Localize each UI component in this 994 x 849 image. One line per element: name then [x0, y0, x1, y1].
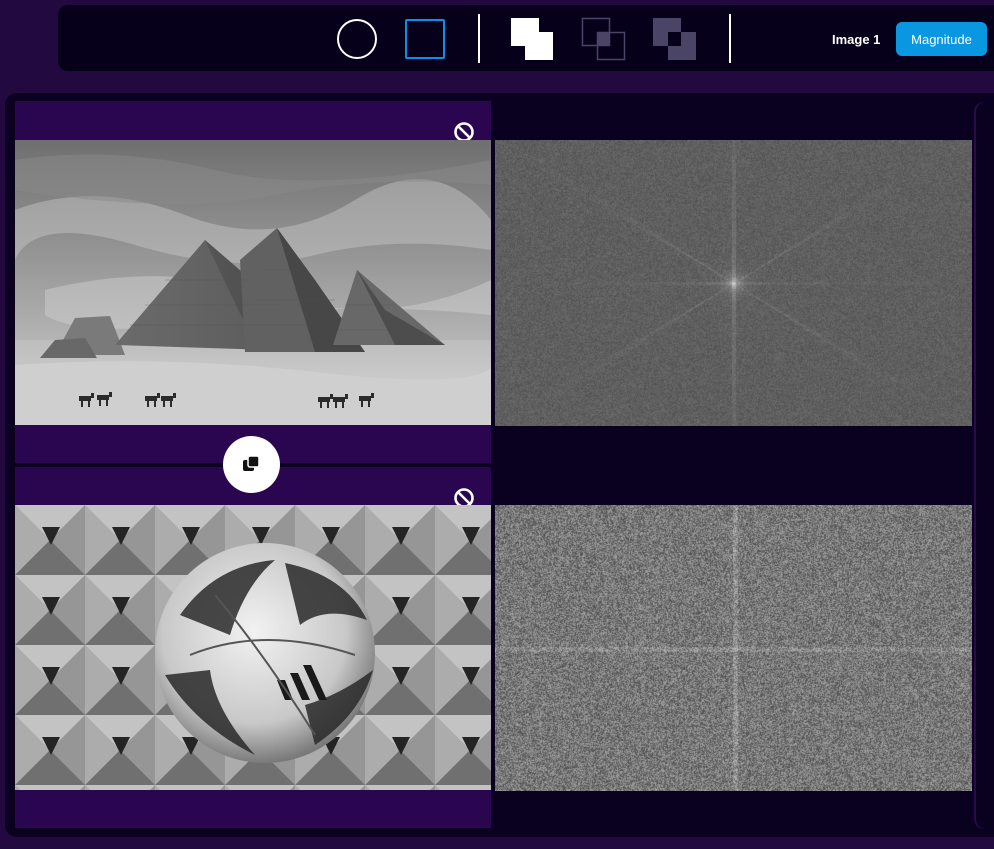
fft-magnitude-view-2[interactable]: [495, 505, 972, 791]
pyramids-photo[interactable]: [15, 140, 491, 425]
rectangle-select-icon[interactable]: [405, 19, 445, 59]
toolbar-divider: [729, 14, 731, 63]
copy-swap-icon: [243, 455, 260, 471]
circle-select-icon[interactable]: [337, 19, 377, 59]
fft-magnitude-view-1[interactable]: [495, 140, 972, 426]
subtract-icon[interactable]: [652, 17, 698, 61]
swap-images-button[interactable]: [223, 436, 280, 493]
union-icon[interactable]: [509, 17, 555, 61]
toolbar: Image 1 Magnitude: [58, 5, 994, 71]
image-label: Image 1: [832, 32, 881, 47]
toolbar-divider: [478, 14, 480, 63]
intersect-icon[interactable]: [581, 17, 627, 61]
football-photo[interactable]: [15, 505, 491, 790]
side-panel: [976, 102, 994, 829]
magnitude-button[interactable]: Magnitude: [896, 22, 987, 56]
